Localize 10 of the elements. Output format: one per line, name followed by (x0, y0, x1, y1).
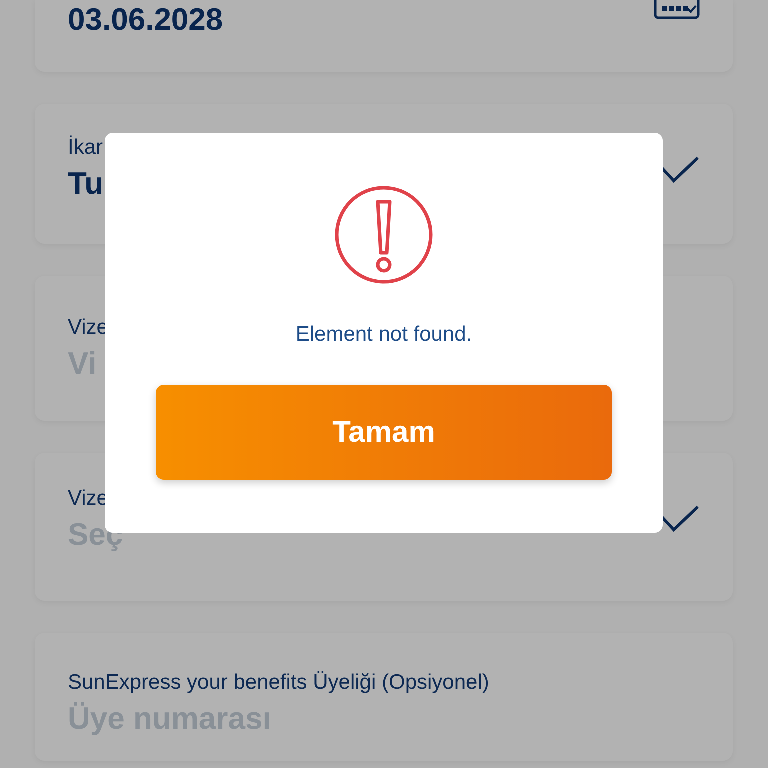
field-value: Tu (68, 165, 104, 203)
warning-icon (334, 185, 434, 285)
check-icon (660, 505, 700, 533)
alert-message: Element not found. (296, 322, 472, 348)
calendar-icon (654, 0, 700, 20)
field-value: 03.06.2028 (68, 1, 224, 39)
field-label: SunExpress your benefits Üyeliği (Opsiyonel) (68, 670, 490, 696)
field-label: İkar (68, 134, 104, 161)
date-field[interactable]: 03.06.2028 (35, 0, 733, 72)
check-icon (660, 156, 700, 184)
